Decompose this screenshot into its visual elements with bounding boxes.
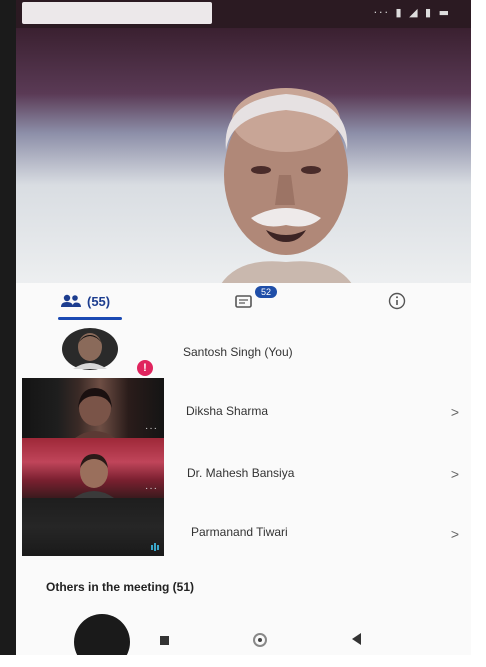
people-icon [61,294,81,307]
main-video-feed[interactable] [16,28,471,290]
participant-thumbnail: ··· [22,438,164,498]
participant-count: (55) [87,293,111,309]
others-section-heading: Others in the meeting (51) [46,580,195,594]
chevron-right-icon[interactable]: > [451,466,459,482]
participant-row-self[interactable]: ! Santosh Singh (You) [16,323,471,376]
chevron-right-icon[interactable]: > [451,526,459,542]
avatar [62,328,118,370]
more-options-icon[interactable]: ··· [145,483,158,494]
status-bar-glare [22,2,212,24]
tab-people[interactable]: (55) [58,283,122,320]
back-icon[interactable] [352,633,361,645]
participant-name: Santosh Singh (You) [183,345,293,359]
panel-tab-bar: (55) 52 [16,283,471,323]
participant-thumbnail [22,498,164,556]
tab-info[interactable] [388,283,406,319]
participant-video-face [75,388,115,438]
device-frame-bottom [0,655,486,667]
participant-row-parmanand[interactable]: Parmanand Tiwari > [16,498,471,556]
status-icons: ··· ▮ ◢ ▮ ▬ [373,6,451,19]
participant-name: Diksha Sharma [186,404,269,418]
info-icon [388,292,406,310]
participant-row-mahesh[interactable]: ··· Dr. Mahesh Bansiya > [16,438,471,498]
android-nav-bar [16,628,471,655]
participant-video-face [74,454,114,498]
more-options-icon[interactable]: ··· [145,423,158,434]
active-tab-indicator [58,317,122,320]
participant-name: Dr. Mahesh Bansiya [187,466,295,480]
alert-icon: ! [137,360,153,376]
device-frame-left [0,0,16,667]
home-icon[interactable] [253,633,267,647]
participant-row-diksha[interactable]: ··· Diksha Sharma > [16,378,471,438]
chat-icon [235,295,252,308]
participant-name: Parmanand Tiwari [191,525,288,539]
meeting-screen: ··· ▮ ◢ ▮ ▬ (55) 52 ! Santosh Singh (You… [16,0,471,655]
unread-badge: 52 [255,286,277,298]
tab-chat[interactable]: 52 [234,283,277,319]
status-bar: ··· ▮ ◢ ▮ ▬ [16,0,471,28]
participant-thumbnail: ··· [22,378,164,438]
chevron-right-icon[interactable]: > [451,404,459,420]
speaker-video [217,88,356,290]
recents-icon[interactable] [160,636,169,645]
audio-indicator-icon [151,543,159,551]
